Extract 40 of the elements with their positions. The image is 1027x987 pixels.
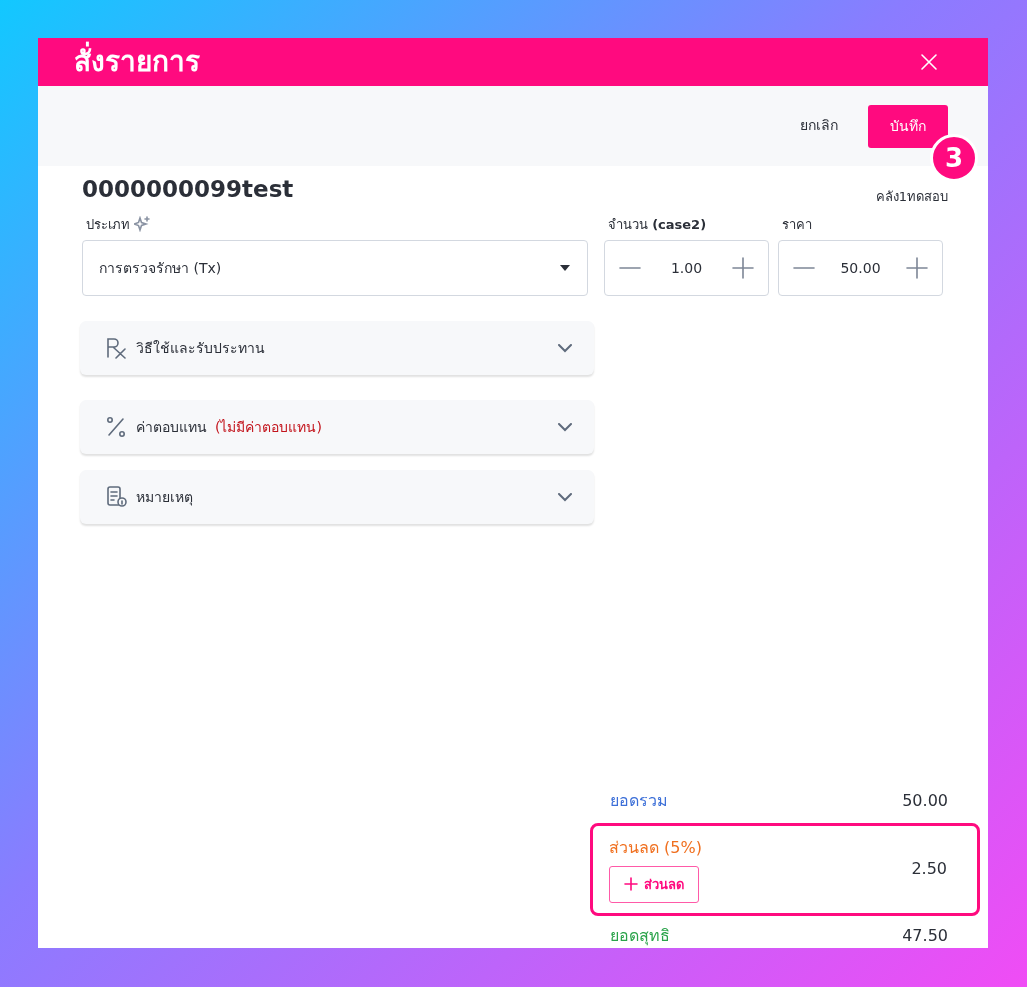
quantity-label: จำนวน (case2) [608, 215, 708, 234]
type-select[interactable]: การตรวจรักษา (Tx) [82, 240, 588, 296]
close-icon [920, 53, 938, 71]
subtotal-value: 50.00 [902, 789, 948, 812]
note-icon [106, 486, 128, 508]
cancel-button[interactable]: ยกเลิก [782, 105, 856, 146]
save-button[interactable]: บันทึก [868, 105, 948, 148]
type-label: ประเภท [86, 215, 130, 234]
rx-icon [106, 337, 128, 359]
add-discount-button[interactable]: ส่วนลด [609, 865, 699, 903]
price-label: ราคา [782, 215, 813, 234]
plus-icon [906, 257, 928, 279]
plus-icon [732, 257, 754, 279]
subtotal-label: ยอดรวม [610, 789, 668, 812]
net-total-value: 47.50 [902, 925, 948, 947]
section-title: วิธีใช้และรับประทาน [136, 338, 265, 358]
minus-icon [793, 267, 815, 269]
close-button[interactable] [920, 53, 938, 71]
percent-icon [106, 416, 128, 438]
minus-icon [619, 267, 641, 269]
accordion-header[interactable]: หมายเหตุ [80, 470, 594, 524]
item-code: 0000000099test [82, 175, 294, 204]
price-value: 50.00 [840, 258, 881, 278]
modal-title: สั่งรายการ [74, 41, 200, 83]
warehouse-name: คลัง1ทดสอบ [875, 188, 948, 206]
section-title: หมายเหตุ [136, 487, 193, 508]
net-total-label: ยอดสุทธิ [610, 925, 670, 948]
accordion-header[interactable]: ค่าตอบแทน (ไม่มีค่าตอบแทน) [80, 400, 594, 454]
step-badge: 3 [930, 134, 978, 182]
section-note: (ไม่มีค่าตอบแทน) [215, 417, 322, 437]
caret-icon [559, 264, 571, 272]
discount-value: 2.50 [911, 858, 947, 881]
discount-label: ส่วนลด (5%) [609, 836, 702, 859]
section-title: ค่าตอบแทน [136, 417, 207, 437]
accordion-header[interactable]: วิธีใช้และรับประทาน [80, 321, 594, 375]
plus-icon [624, 877, 638, 892]
quantity-stepper[interactable]: 1.00 [604, 240, 769, 296]
quantity-value: 1.00 [670, 258, 703, 278]
price-stepper[interactable]: 50.00 [778, 240, 943, 296]
sparkle-icon [134, 216, 150, 233]
